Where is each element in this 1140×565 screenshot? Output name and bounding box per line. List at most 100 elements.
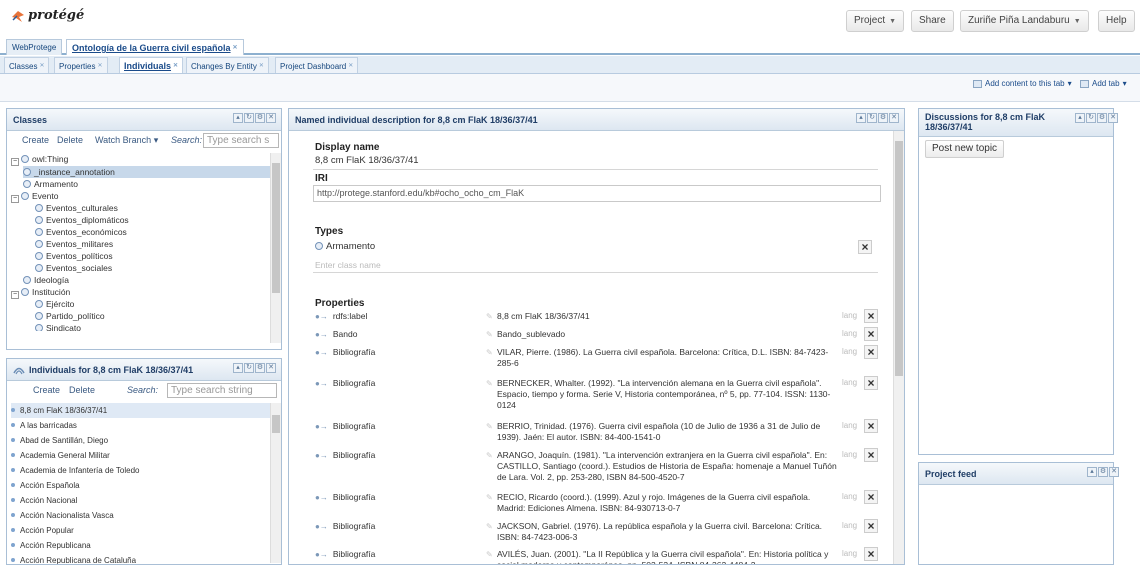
- property-name[interactable]: ●→ Bibliografía: [315, 521, 375, 531]
- iri-field[interactable]: http://protege.stanford.edu/kb#ocho_ocho…: [313, 185, 881, 202]
- tab-project-dashboard[interactable]: Project Dashboard ✕: [275, 57, 359, 74]
- refresh-icon[interactable]: ↻: [1086, 113, 1096, 123]
- close-tab-icon[interactable]: ✕: [173, 58, 178, 74]
- close-icon[interactable]: ✕: [266, 113, 276, 123]
- tab-classes[interactable]: Classes ✕: [4, 57, 50, 74]
- list-item[interactable]: Acción Republicana de Cataluña: [11, 553, 136, 564]
- close-icon[interactable]: ✕: [1109, 467, 1119, 477]
- tree-node-instance-annotation[interactable]: _instance_annotation: [23, 166, 273, 178]
- tab-properties[interactable]: Properties ✕: [54, 57, 108, 73]
- property-value[interactable]: ✎ JACKSON, Gabriel. (1976). La república …: [486, 521, 837, 543]
- remove-property-button[interactable]: ×: [864, 345, 878, 359]
- tree-node-ideologia[interactable]: Ideología: [23, 274, 69, 286]
- list-item[interactable]: Abad de Santillán, Diego: [11, 433, 108, 448]
- share-button[interactable]: Share: [911, 10, 954, 32]
- list-item[interactable]: Academia de Infantería de Toledo: [11, 463, 140, 478]
- create-class-button[interactable]: Create: [22, 135, 49, 145]
- tree-node-owl-thing[interactable]: − owl:Thing: [11, 153, 68, 166]
- remove-property-button[interactable]: ×: [864, 547, 878, 561]
- property-value[interactable]: ✎ VILAR, Pierre. (1986). La Guerra civil …: [486, 347, 837, 369]
- lang-field[interactable]: lang: [842, 421, 857, 430]
- settings-icon[interactable]: ⚙: [255, 363, 265, 373]
- remove-type-button[interactable]: ×: [858, 240, 872, 254]
- scrollbar-thumb[interactable]: [895, 141, 903, 376]
- add-tab-button[interactable]: Add tab ▾: [1080, 79, 1127, 88]
- close-tab-icon[interactable]: ✕: [97, 58, 102, 74]
- collapse-icon[interactable]: ▴: [233, 363, 243, 373]
- property-name[interactable]: ●→ Bibliografía: [315, 450, 375, 460]
- individual-search-input[interactable]: Type search string: [167, 383, 277, 398]
- property-value[interactable]: ✎ BERNECKER, Whalter. (1992). "La interve…: [486, 378, 837, 411]
- lang-field[interactable]: lang: [842, 450, 857, 459]
- property-name[interactable]: ●→ rdfs:label: [315, 311, 367, 321]
- tree-node-eventos-sociales[interactable]: Eventos_sociales: [35, 262, 112, 274]
- close-tab-icon[interactable]: ✕: [233, 40, 238, 56]
- close-tab-icon[interactable]: ✕: [259, 58, 264, 74]
- list-item[interactable]: Academia General Militar: [11, 448, 110, 463]
- tab-changes-by-entity[interactable]: Changes By Entity ✕: [186, 57, 269, 73]
- close-icon[interactable]: ✕: [889, 113, 899, 123]
- remove-property-button[interactable]: ×: [864, 490, 878, 504]
- delete-individual-button[interactable]: Delete: [69, 385, 95, 395]
- description-scrollbar[interactable]: [893, 131, 904, 564]
- close-tab-icon[interactable]: ✕: [348, 58, 353, 74]
- remove-property-button[interactable]: ×: [864, 519, 878, 533]
- property-value[interactable]: ✎ ARANGO, Joaquín. (1981). "La intervenci…: [486, 450, 837, 483]
- watch-branch-button[interactable]: Watch Branch ▾: [95, 135, 158, 146]
- lang-field[interactable]: lang: [842, 378, 857, 387]
- collapse-icon[interactable]: ▴: [856, 113, 866, 123]
- property-value[interactable]: ✎ AVILÉS, Juan. (2001). "La II República …: [486, 549, 837, 564]
- help-button[interactable]: Help: [1098, 10, 1135, 32]
- list-item[interactable]: Acción Nacional: [11, 493, 77, 508]
- lang-field[interactable]: lang: [842, 311, 857, 320]
- type-input[interactable]: Enter class name: [315, 260, 381, 270]
- lang-field[interactable]: lang: [842, 347, 857, 356]
- property-name[interactable]: ●→ Bando: [315, 329, 357, 339]
- collapse-icon[interactable]: ▴: [1075, 113, 1085, 123]
- property-name[interactable]: ●→ Bibliografía: [315, 421, 375, 431]
- list-item[interactable]: 8,8 cm FlaK 18/36/37/41: [11, 403, 275, 418]
- protege-logo[interactable]: protégé: [10, 8, 84, 23]
- tree-node-evento[interactable]: − Evento: [11, 190, 58, 203]
- property-name[interactable]: ●→ Bibliografía: [315, 492, 375, 502]
- collapse-icon[interactable]: ▴: [1087, 467, 1097, 477]
- property-value[interactable]: ✎ RECIO, Ricardo (coord.). (1999). Azul y…: [486, 492, 837, 514]
- settings-icon[interactable]: ⚙: [255, 113, 265, 123]
- collapse-icon[interactable]: ▴: [233, 113, 243, 123]
- tab-ontology[interactable]: Ontología de la Guerra civil española ✕: [66, 39, 244, 55]
- close-tab-icon[interactable]: ✕: [39, 58, 44, 74]
- collapse-node-icon[interactable]: −: [11, 195, 19, 203]
- lang-field[interactable]: lang: [842, 329, 857, 338]
- property-name[interactable]: ●→ Bibliografía: [315, 549, 375, 559]
- list-item[interactable]: Acción Española: [11, 478, 80, 493]
- close-icon[interactable]: ✕: [266, 363, 276, 373]
- list-item[interactable]: Acción Nacionalista Vasca: [11, 508, 114, 523]
- tree-node-eventos-politicos[interactable]: Eventos_políticos: [35, 250, 113, 262]
- scrollbar-thumb[interactable]: [272, 415, 280, 433]
- refresh-icon[interactable]: ↻: [244, 363, 254, 373]
- tree-node-ejercito[interactable]: Ejército: [35, 298, 74, 310]
- class-search-input[interactable]: Type search s: [203, 133, 279, 148]
- collapse-node-icon[interactable]: −: [11, 158, 19, 166]
- individuals-scrollbar[interactable]: [270, 403, 281, 563]
- remove-property-button[interactable]: ×: [864, 448, 878, 462]
- property-name[interactable]: ●→ Bibliografía: [315, 347, 375, 357]
- list-item[interactable]: Acción Republicana: [11, 538, 91, 553]
- project-menu-button[interactable]: Project ▼: [846, 10, 905, 32]
- tree-node-eventos-economicos[interactable]: Eventos_económicos: [35, 226, 127, 238]
- remove-property-button[interactable]: ×: [864, 376, 878, 390]
- lang-field[interactable]: lang: [842, 549, 857, 558]
- class-tree-scrollbar[interactable]: [270, 153, 281, 343]
- settings-icon[interactable]: ⚙: [878, 113, 888, 123]
- lang-field[interactable]: lang: [842, 492, 857, 501]
- scrollbar-thumb[interactable]: [272, 163, 280, 293]
- tree-node-sindicato[interactable]: Sindicato: [35, 322, 81, 331]
- tab-individuals[interactable]: Individuals ✕: [119, 57, 184, 74]
- post-new-topic-button[interactable]: Post new topic: [925, 140, 1005, 158]
- create-individual-button[interactable]: Create: [33, 385, 60, 395]
- tree-node-eventos-culturales[interactable]: Eventos_culturales: [35, 202, 118, 214]
- refresh-icon[interactable]: ↻: [244, 113, 254, 123]
- settings-icon[interactable]: ⚙: [1097, 113, 1107, 123]
- remove-property-button[interactable]: ×: [864, 419, 878, 433]
- property-value[interactable]: ✎ 8,8 cm FlaK 18/36/37/41: [486, 311, 837, 322]
